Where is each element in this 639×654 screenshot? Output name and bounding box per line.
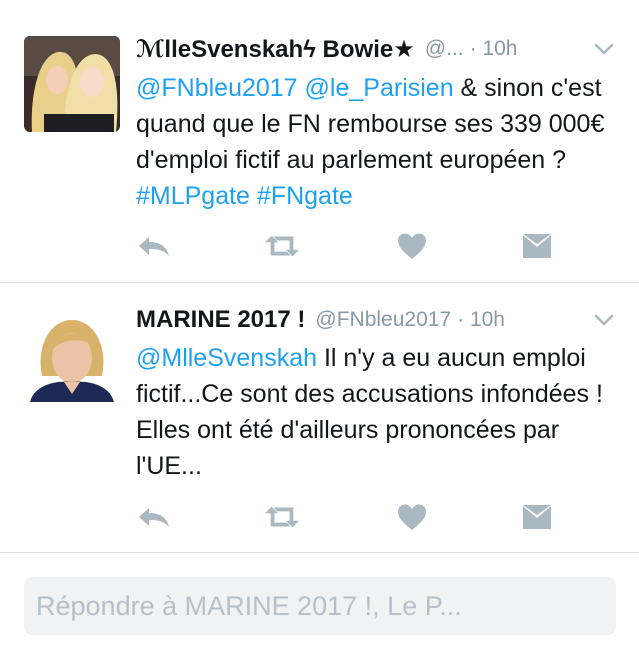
timestamp: · 10h <box>457 308 505 331</box>
retweet-button[interactable] <box>264 499 300 535</box>
tweet-actions <box>136 499 556 535</box>
heart-icon <box>398 233 426 259</box>
retweet-button[interactable] <box>264 228 300 264</box>
retweet-icon <box>264 506 300 528</box>
reply-icon <box>139 237 169 256</box>
timestamp: · 10h <box>469 37 518 60</box>
avatar[interactable] <box>24 36 120 132</box>
hashtag-link[interactable]: #MLPgate <box>136 182 250 210</box>
tweet-header: MARINE 2017 ! @FNbleu2017 · 10h <box>136 303 619 337</box>
tweet-text: @MlleSvenskah Il n'y a eu aucun emploi f… <box>136 340 621 484</box>
chevron-down-icon[interactable] <box>593 309 615 331</box>
reply-button[interactable] <box>136 499 172 535</box>
avatar-photo <box>24 36 120 132</box>
direct-message-icon <box>523 234 551 258</box>
hashtag-link[interactable]: #FNgate <box>257 182 353 210</box>
user-handle[interactable]: @... <box>425 37 464 61</box>
mention-link[interactable]: @le_Parisien <box>305 74 454 102</box>
display-name[interactable]: MARINE 2017 ! <box>136 306 305 334</box>
reply-placeholder: Répondre à MARINE 2017 !, Le P... <box>36 590 462 621</box>
tweet-actions <box>136 228 556 264</box>
direct-message-icon <box>523 505 551 529</box>
user-handle[interactable]: @FNbleu2017 <box>315 308 451 332</box>
like-button[interactable] <box>394 228 430 264</box>
mention-link[interactable]: @FNbleu2017 <box>136 74 298 102</box>
direct-message-button[interactable] <box>519 228 555 264</box>
tweet-text: @FNbleu2017 @le_Parisien & sinon c'est q… <box>136 70 621 214</box>
reply-input[interactable]: Répondre à MARINE 2017 !, Le P... <box>24 577 616 635</box>
avatar-photo <box>24 306 120 402</box>
like-button[interactable] <box>394 499 430 535</box>
direct-message-button[interactable] <box>519 499 555 535</box>
chevron-down-icon[interactable] <box>593 38 615 60</box>
tweet[interactable]: ℳlleSvenskahϟ Bowie★ @... · 10h @FNbleu2… <box>0 0 639 283</box>
tweet[interactable]: MARINE 2017 ! @FNbleu2017 · 10h @MlleSve… <box>0 283 639 553</box>
retweet-icon <box>264 235 300 257</box>
avatar[interactable] <box>24 306 120 402</box>
reply-icon <box>139 508 169 527</box>
heart-icon <box>398 504 426 530</box>
display-name[interactable]: ℳlleSvenskahϟ Bowie★ <box>136 35 415 64</box>
reply-button[interactable] <box>136 228 172 264</box>
mention-link[interactable]: @MlleSvenskah <box>136 344 317 372</box>
tweet-header: ℳlleSvenskahϟ Bowie★ @... · 10h <box>136 32 619 66</box>
